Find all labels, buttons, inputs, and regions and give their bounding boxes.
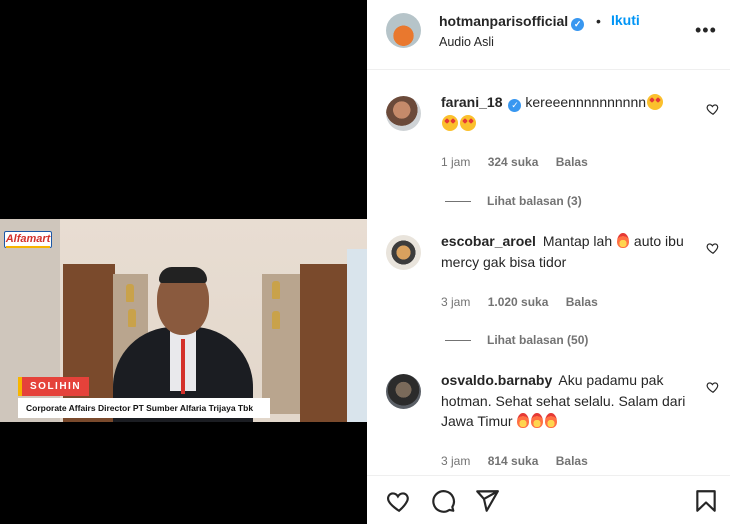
reply-button[interactable]: Balas [556, 454, 588, 468]
comment-username[interactable]: farani_18 [441, 94, 502, 110]
comment-time: 1 jam [441, 155, 471, 169]
comment-likes[interactable]: 814 suka [488, 454, 539, 468]
comment-likes[interactable]: 324 suka [488, 155, 539, 169]
shelf-right [262, 274, 300, 414]
avatar[interactable] [386, 374, 421, 409]
replies-divider [445, 201, 471, 203]
heart-eyes-emoji [460, 114, 476, 131]
heart-eyes-emoji [442, 114, 458, 131]
heart-icon[interactable] [706, 102, 720, 116]
trophy [128, 309, 136, 327]
lower-third-title: Corporate Affairs Director PT Sumber Alf… [18, 398, 270, 418]
share-icon[interactable] [474, 488, 500, 514]
lower-third-name: SOLIHIN [18, 377, 90, 396]
avatar[interactable] [386, 96, 421, 131]
cabinet-right [300, 264, 350, 422]
video-frame[interactable]: Alfamart SOLIHIN Corporate Affairs Direc… [0, 219, 367, 422]
heart-eyes-emoji [647, 94, 664, 110]
comment-likes[interactable]: 1.020 suka [488, 295, 549, 309]
heart-icon[interactable] [706, 380, 720, 394]
view-replies-label[interactable]: Lihat balasan (50) [487, 333, 588, 347]
view-replies-button[interactable]: Lihat balasan (50) [445, 333, 588, 347]
fire-emoji [545, 413, 558, 428]
audio-link[interactable]: Audio Asli [439, 35, 494, 49]
comment-time: 3 jam [441, 454, 471, 468]
verified-icon: ✓ [571, 18, 585, 31]
heart-icon[interactable] [386, 488, 412, 514]
comment-body: escobar_aroel Mantap lah auto ibu mercy … [441, 231, 686, 272]
avatar[interactable] [386, 13, 421, 48]
username-text[interactable]: hotmanparisofficial [439, 13, 568, 29]
lanyard [181, 339, 185, 394]
post-media[interactable]: Alfamart SOLIHIN Corporate Affairs Direc… [0, 0, 367, 524]
comment-username[interactable]: escobar_aroel [441, 233, 536, 249]
comment-meta: 1 jam 324 suka Balas [441, 155, 602, 169]
post-sidebar: hotmanparisofficial ✓ • Ikuti Audio Asli … [367, 0, 730, 525]
fire-emoji [617, 233, 630, 248]
view-replies-label[interactable]: Lihat balasan (3) [487, 194, 582, 208]
follow-button[interactable]: Ikuti [611, 12, 640, 28]
trophy [126, 284, 134, 302]
comment-meta: 3 jam 1.020 suka Balas [441, 295, 612, 309]
reply-button[interactable]: Balas [566, 295, 598, 309]
heart-icon[interactable] [706, 241, 720, 255]
comment-text: Mantap lah [542, 233, 613, 249]
comment-body: farani_18 ✓ kereeennnnnnnnnn [441, 92, 686, 133]
comment-username[interactable]: osvaldo.barnaby [441, 372, 552, 388]
post-username[interactable]: hotmanparisofficial ✓ [439, 13, 585, 31]
comment-body: osvaldo.barnaby Aku padamu pak hotman. S… [441, 370, 686, 432]
more-icon[interactable]: ••• [695, 20, 717, 41]
trophy [272, 311, 280, 329]
comment-time: 3 jam [441, 295, 471, 309]
separator-dot: • [596, 13, 601, 29]
fire-emoji [517, 413, 530, 428]
window [347, 249, 367, 422]
speaker-hair [159, 267, 207, 283]
comment-meta: 3 jam 814 suka Balas [441, 454, 602, 468]
logo-accent [6, 246, 50, 248]
verified-icon: ✓ [508, 99, 522, 112]
post-header: hotmanparisofficial ✓ • Ikuti Audio Asli … [367, 0, 730, 70]
comment-text: kereeennnnnnnnnn [525, 94, 647, 110]
reply-button[interactable]: Balas [556, 155, 588, 169]
comment-icon[interactable] [430, 488, 456, 514]
fire-emoji [531, 413, 544, 428]
view-replies-button[interactable]: Lihat balasan (3) [445, 194, 582, 208]
avatar[interactable] [386, 235, 421, 270]
trophy [272, 281, 280, 299]
action-bar [367, 475, 730, 525]
bookmark-icon[interactable] [693, 488, 719, 514]
replies-divider [445, 340, 471, 342]
